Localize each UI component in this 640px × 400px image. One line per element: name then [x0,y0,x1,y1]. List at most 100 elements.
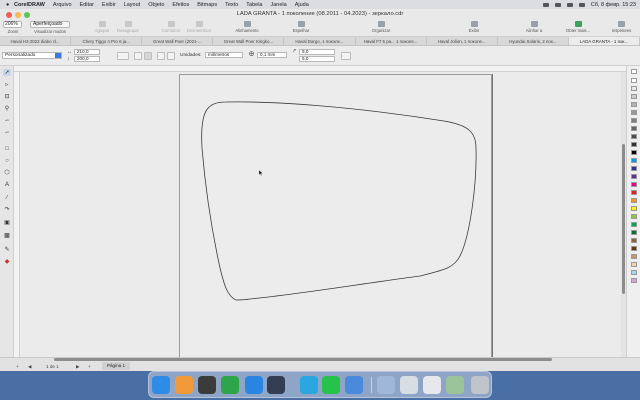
color-swatch[interactable] [631,198,637,203]
telegram-icon[interactable] [300,376,318,394]
interactive-fill-tool-icon[interactable]: ◆ [3,258,11,265]
transparency-tool-icon[interactable]: ▩ [3,232,11,239]
color-swatch[interactable] [631,102,637,107]
show-button[interactable]: Exibir [453,21,495,33]
ellipse-tool-icon[interactable]: ○ [3,157,11,164]
menu-efeitos[interactable]: Efeitos [172,2,189,8]
menu-exibir[interactable]: Exibir [102,2,116,8]
quicktime-icon[interactable] [267,376,285,394]
search-icon[interactable] [566,2,573,7]
horizontal-scroll-thumb[interactable] [54,358,552,361]
view-modes-button[interactable]: Visualizar modos [29,29,71,34]
polygon-tool-icon[interactable]: ⬡ [3,169,11,176]
next-page-icon[interactable]: ▶ [76,364,80,370]
color-swatch[interactable] [631,158,637,163]
tab-document[interactable]: Haval Dargo, 1 поколе... [284,37,356,45]
launchpad-icon[interactable] [175,376,193,394]
clock[interactable]: Сб, 8 февр. 15:23 [591,2,636,8]
add-page-before-icon[interactable]: + [16,364,19,369]
shape-tool-icon[interactable]: ▹ [3,81,11,88]
tab-document[interactable]: Great Wall Poer (2021-... [142,37,214,45]
calculator-icon[interactable] [198,376,216,394]
menu-texto[interactable]: Texto [225,2,238,8]
zoom-tool-icon[interactable]: ⚲ [3,105,11,112]
color-swatch[interactable] [631,206,637,211]
paper-type-button[interactable] [117,52,129,60]
alignment-button[interactable]: Alinhamento [226,21,268,33]
connector-tool-icon[interactable]: ↷ [3,206,11,213]
color-swatch[interactable] [631,278,637,283]
color-swatch[interactable] [631,270,637,275]
snap-to-button[interactable]: Alinhar a [513,21,555,33]
menu-tabela[interactable]: Tabela [246,2,262,8]
page-size-preset-select[interactable]: Personalizado [2,52,62,59]
color-swatch[interactable] [631,174,637,179]
color-swatch[interactable] [631,118,637,123]
menu-layout[interactable]: Layout [124,2,141,8]
portrait-button[interactable] [134,52,142,60]
color-swatch[interactable] [631,150,637,155]
color-swatch[interactable] [631,110,637,115]
tab-document[interactable]: Hyundai Solaris, 2 пок... [498,37,569,45]
duplicate-distance-y-field[interactable]: 5,0 [299,56,335,62]
color-swatch[interactable] [631,166,637,171]
battery-icon[interactable] [542,2,549,7]
mirror-button[interactable]: Espelhar [280,21,322,33]
tab-document[interactable]: Chery Tiggo 4 Pro 6 ja... [71,37,143,45]
corel-icon[interactable] [221,376,239,394]
pick-tool-icon[interactable]: ➚ [3,69,11,76]
break-apart-button[interactable]: Desmembrar [178,21,220,33]
eyedropper-tool-icon[interactable]: ✎ [3,246,11,253]
color-swatch[interactable] [631,190,637,195]
color-swatch[interactable] [631,182,637,187]
ungroup-button[interactable]: Desagrupar [107,21,149,33]
preview-icon[interactable] [377,376,395,394]
color-swatch[interactable] [631,134,637,139]
menu-editar[interactable]: Editar [80,2,94,8]
get-more-button[interactable]: Obter mais... [557,21,599,33]
freehand-tool-icon[interactable]: ∽ [3,117,11,124]
color-swatch[interactable] [631,78,637,83]
arrange-button[interactable]: Organizar [360,21,402,33]
text-tool-icon[interactable]: A [3,181,11,188]
nudge-distance-field[interactable]: 0,1 mm [257,52,287,58]
notes-icon[interactable] [446,376,464,394]
color-swatch[interactable] [631,142,637,147]
first-page-icon[interactable]: ◀ [28,364,32,370]
color-swatch[interactable] [631,238,637,243]
finder-icon[interactable] [152,376,170,394]
parallel-dimension-tool-icon[interactable]: ∕ [3,194,11,201]
menu-ajuda[interactable]: Ajuda [295,2,309,8]
color-swatch[interactable] [631,86,637,91]
color-swatch[interactable] [631,254,637,259]
inspectors-button[interactable]: Inspetores [603,21,640,33]
options-button[interactable] [341,52,351,60]
view-mode-select[interactable]: Aperfeiçoado [30,21,70,28]
drop-shadow-tool-icon[interactable]: ▣ [3,219,11,226]
color-swatch[interactable] [631,230,637,235]
color-swatch[interactable] [631,94,637,99]
trash-icon[interactable] [471,376,489,394]
vertical-scroll-thumb[interactable] [622,144,625,294]
crop-tool-icon[interactable]: ⊡ [3,93,11,100]
safari-icon[interactable] [245,376,263,394]
folder-app-icon[interactable] [345,376,363,394]
color-swatch[interactable] [631,126,637,131]
apple-icon[interactable]: ● [6,2,14,8]
color-swatch[interactable] [631,214,637,219]
tab-document[interactable]: Haval F7 5 ра... 1 поколе... [356,37,427,45]
color-swatch[interactable] [631,246,637,251]
rectangle-tool-icon[interactable]: □ [3,145,11,152]
drawing-canvas[interactable] [20,72,626,357]
page-width-field[interactable]: 210,0 [74,49,100,55]
wifi-icon[interactable] [554,2,561,7]
zoom-level-select[interactable]: 206% [3,21,22,28]
whatsapp-icon[interactable] [322,376,340,394]
menu-app[interactable]: CorelDRAW [14,2,45,8]
menu-janela[interactable]: Janela [270,2,286,8]
menu-objeto[interactable]: Objeto [148,2,164,8]
menu-arquivo[interactable]: Arquivo [53,2,72,8]
tab-document-active[interactable]: LADA GRANTA - 1 пок... [568,37,640,45]
control-center-icon[interactable] [578,2,585,7]
menu-bitmaps[interactable]: Bitmaps [197,2,217,8]
